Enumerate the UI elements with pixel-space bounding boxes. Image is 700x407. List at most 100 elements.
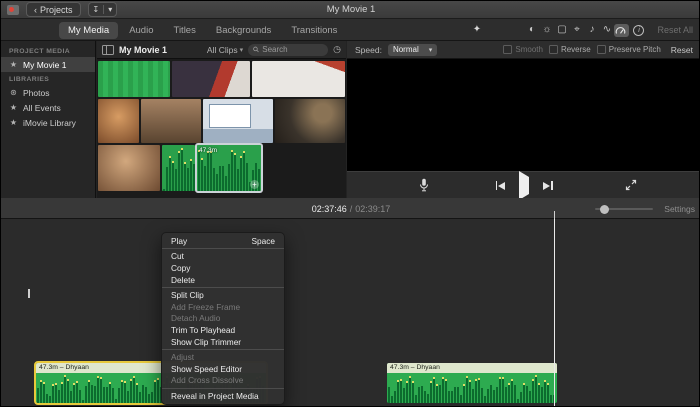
checkbox-box	[503, 45, 512, 54]
browser-header: My Movie 1 All Clips ▾ ◷	[97, 41, 346, 59]
sidebar-item-photos[interactable]: ⊛ Photos	[1, 85, 95, 100]
media-thumbnail-green-clip[interactable]	[98, 61, 170, 97]
media-thumbnail-audio-clip[interactable]	[162, 145, 195, 191]
zoom-slider-knob[interactable]	[600, 205, 609, 214]
sidebar-item-label: iMovie Library	[23, 118, 76, 128]
enhance-wand-icon[interactable]: ✦	[469, 23, 484, 37]
checkbox-box	[549, 45, 558, 54]
libraries-header: LIBRARIES	[1, 72, 95, 85]
media-thumbnail-screenshot[interactable]	[203, 99, 273, 143]
color-balance-icon[interactable]: ◐	[524, 23, 539, 37]
speed-panel: Speed: Normal ▾ Smooth Reverse Preserve …	[347, 41, 700, 59]
projects-back-button[interactable]: ‹ Projects	[26, 2, 81, 17]
crop-icon[interactable]: ▢	[554, 23, 569, 37]
tab-audio[interactable]: Audio	[120, 22, 162, 39]
browser-title: My Movie 1	[119, 45, 167, 55]
chevron-down-icon: ▾	[104, 5, 116, 14]
transport-bar	[347, 171, 700, 199]
menu-separator	[162, 388, 284, 389]
filter-value: All Clips	[207, 45, 238, 55]
titlebar: ‹ Projects ↧ ▾ My Movie 1	[1, 1, 700, 19]
stabilization-icon[interactable]: ⌖	[569, 23, 584, 37]
tab-my-media[interactable]: My Media	[59, 22, 118, 39]
photos-icon: ⊛	[9, 88, 18, 97]
media-thumbnail-photo[interactable]	[98, 99, 139, 143]
menu-item-show-clip-trimmer[interactable]: Show Clip Trimmer	[162, 336, 284, 348]
context-menu: Play Space Cut Copy Delete Split Clip Ad…	[161, 232, 285, 405]
reverse-checkbox[interactable]: Reverse	[549, 45, 591, 54]
add-to-timeline-icon[interactable]: +	[250, 180, 259, 189]
menu-item-label: Adjust	[171, 352, 194, 362]
clip-filter-dropdown[interactable]: All Clips ▾	[207, 45, 243, 55]
import-split-button[interactable]: ↧ ▾	[88, 2, 118, 17]
menu-item-label: Show Speed Editor	[171, 364, 242, 374]
playhead[interactable]	[554, 219, 555, 407]
volume-icon[interactable]: ♪	[584, 23, 599, 37]
info-icon[interactable]: i	[633, 25, 644, 36]
menu-item-reveal-in-project-media[interactable]: Reveal in Project Media	[162, 390, 284, 402]
media-thumbnail-photo[interactable]	[252, 61, 345, 97]
media-thumbnail-photo[interactable]	[141, 99, 201, 143]
reset-button[interactable]: Reset	[671, 45, 693, 55]
noise-reduction-icon[interactable]: ∿	[599, 23, 614, 37]
sidebar-item-imovie-library[interactable]: ★ iMovie Library	[1, 115, 95, 130]
menu-item-label: Add Cross Dissolve	[171, 375, 243, 385]
play-button[interactable]	[519, 177, 529, 195]
smooth-label: Smooth	[515, 45, 543, 54]
timeline-clip[interactable]: 47.3m – Dhyaan	[387, 363, 557, 403]
tab-backgrounds[interactable]: Backgrounds	[207, 22, 280, 39]
preserve-pitch-label: Preserve Pitch	[609, 45, 661, 54]
menu-item-label: Add Freeze Frame	[171, 302, 240, 312]
sidebar: PROJECT MEDIA ★ My Movie 1 LIBRARIES ⊛ P…	[1, 41, 96, 198]
menu-item-cut[interactable]: Cut	[162, 251, 284, 263]
menu-item-label: Detach Audio	[171, 313, 220, 323]
white-balance-icon[interactable]: ☼	[539, 23, 554, 37]
menu-item-label: Cut	[171, 251, 184, 261]
search-input[interactable]	[262, 45, 323, 54]
menu-item-play[interactable]: Play Space	[162, 235, 284, 247]
menu-item-show-speed-editor[interactable]: Show Speed Editor	[162, 363, 284, 375]
fullscreen-icon[interactable]	[625, 179, 637, 191]
previous-frame-button[interactable]	[496, 181, 506, 190]
clock-filter-icon[interactable]: ◷	[333, 44, 341, 55]
sidebar-toggle-icon[interactable]	[102, 45, 114, 55]
speed-dropdown[interactable]: Normal ▾	[388, 44, 437, 56]
playhead-tick	[554, 211, 555, 219]
menu-item-add-freeze-frame: Add Freeze Frame	[162, 301, 284, 313]
speed-gauge-icon[interactable]	[614, 24, 629, 37]
media-thumbnail-photo[interactable]	[172, 61, 250, 97]
sidebar-item-my-movie[interactable]: ★ My Movie 1	[1, 57, 95, 72]
timeline-zoom-slider[interactable]	[595, 208, 653, 210]
menu-item-label: Reveal in Project Media	[171, 391, 259, 401]
sidebar-item-label: Photos	[23, 88, 49, 98]
media-thumbnail-grid: 47.3m +	[97, 59, 346, 198]
smooth-checkbox[interactable]: Smooth	[503, 45, 543, 54]
media-thumbnail-photo[interactable]	[98, 145, 160, 191]
timeline[interactable]: 47.3m – Dhyaan 47.3m – Dhyaan	[1, 219, 700, 407]
menu-item-split-clip[interactable]: Split Clip	[162, 289, 284, 301]
star-icon: ★	[9, 60, 18, 69]
tab-titles[interactable]: Titles	[165, 22, 205, 39]
sidebar-item-all-events[interactable]: ★ All Events	[1, 100, 95, 115]
menu-item-delete[interactable]: Delete	[162, 274, 284, 286]
reset-all-button[interactable]: Reset All	[657, 25, 693, 35]
viewer-preview	[347, 59, 700, 171]
menu-item-trim-to-playhead[interactable]: Trim To Playhead	[162, 324, 284, 336]
back-chevron-icon: ‹	[34, 5, 37, 15]
checkbox-box	[597, 45, 606, 54]
media-thumbnail-photo[interactable]	[275, 99, 345, 143]
menu-item-copy[interactable]: Copy	[162, 262, 284, 274]
sidebar-item-label: All Events	[23, 103, 61, 113]
timeline-settings-button[interactable]: Settings	[664, 198, 695, 219]
timeline-marker	[28, 289, 30, 298]
next-frame-button[interactable]	[543, 181, 553, 190]
app-icon	[7, 5, 19, 15]
media-thumbnail-audio-clip-selected[interactable]: 47.3m +	[197, 145, 261, 191]
menu-item-label: Show Clip Trimmer	[171, 337, 241, 347]
search-field[interactable]	[248, 44, 328, 56]
menu-separator	[162, 287, 284, 288]
tab-transitions[interactable]: Transitions	[282, 22, 346, 39]
preserve-pitch-checkbox[interactable]: Preserve Pitch	[597, 45, 661, 54]
chevron-down-icon: ▾	[240, 46, 244, 54]
media-browser: My Movie 1 All Clips ▾ ◷	[97, 41, 346, 198]
